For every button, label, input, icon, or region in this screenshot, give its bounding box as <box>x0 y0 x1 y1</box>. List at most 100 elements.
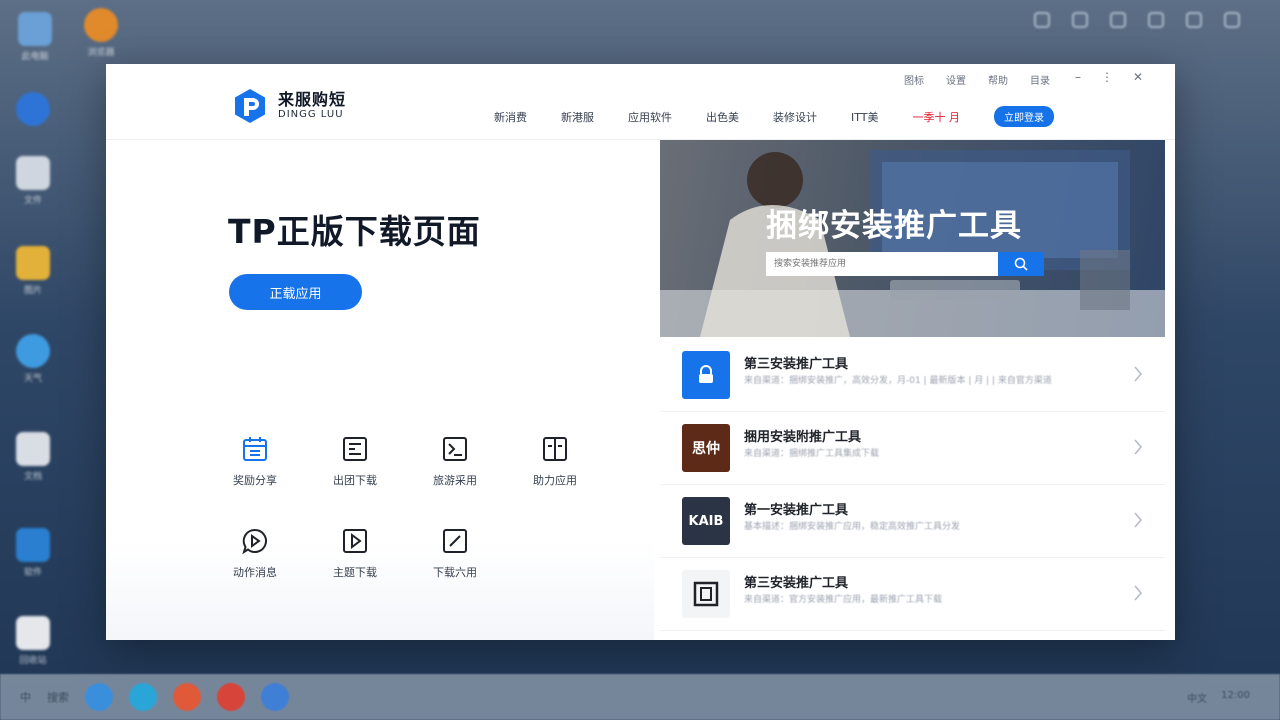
feature-item[interactable]: 动作消息 <box>205 526 305 580</box>
desktop-tray <box>1034 12 1240 28</box>
logo-subtitle: DINGG LUU <box>278 109 344 120</box>
search-input[interactable] <box>766 252 998 276</box>
hero-banner: 捆绑安装推广工具 <box>660 140 1165 337</box>
feature-item[interactable]: 旅游采用 <box>405 434 505 488</box>
nav-item[interactable]: 新港服 <box>561 109 594 125</box>
taskbar-app-icon[interactable] <box>217 683 245 711</box>
desktop-icon[interactable]: 图片 <box>8 246 58 296</box>
login-button[interactable]: 立即登录 <box>994 106 1054 127</box>
list-item[interactable]: 思仲 捆用安装附推广工具 来自渠道：捆绑推广工具集成下载 <box>660 412 1165 485</box>
nav-item[interactable]: 新消费 <box>494 109 527 125</box>
more-icon[interactable]: ⋮ <box>1101 70 1113 84</box>
nav-item[interactable]: 应用软件 <box>628 109 672 125</box>
feature-label: 助力应用 <box>533 474 577 487</box>
main-nav: 新消费 新港服 应用软件 出色美 装修设计 ITT美 一季十 月 立即登录 <box>494 106 1054 127</box>
desktop-icon[interactable]: 文件 <box>8 156 58 206</box>
book-icon <box>543 437 567 461</box>
list-doc-icon <box>343 437 367 461</box>
taskbar-search[interactable]: 搜索 <box>47 689 69 705</box>
toolbar-item[interactable]: 帮助 <box>988 72 1008 87</box>
lock-icon <box>699 365 713 383</box>
feature-item[interactable]: 助力应用 <box>505 434 605 488</box>
tray-icon[interactable] <box>1224 12 1240 28</box>
play-icon <box>343 529 367 553</box>
app-list: 第三安装推广工具 来自渠道：捆绑安装推广，高效分发，月-01 | 最新版本 | … <box>660 339 1165 631</box>
nav-item[interactable]: 装修设计 <box>773 109 817 125</box>
app-logo <box>682 351 730 399</box>
tray-icon[interactable] <box>1186 12 1202 28</box>
toolbar-item[interactable]: 目录 <box>1030 72 1050 87</box>
feature-label: 主题下载 <box>333 566 377 579</box>
taskbar-app-icon[interactable] <box>173 683 201 711</box>
tray-clock[interactable]: 12:00 <box>1221 690 1250 705</box>
app-title: 第三安装推广工具 <box>744 576 849 591</box>
tray-language[interactable]: 中文 <box>1187 690 1207 705</box>
window-toolbar: 图标 设置 帮助 目录 <box>904 72 1050 87</box>
calendar-icon <box>243 437 267 461</box>
left-panel: TP正版下载页面 正载应用 奖励分享 出团下载 旅游采用 助力应用 动作消息 主… <box>106 141 654 640</box>
nav-item[interactable]: 出色美 <box>706 109 739 125</box>
app-description: 来自渠道：捆绑安装推广，高效分发，月-01 | 最新版本 | 月 | | 来自官… <box>744 376 1052 386</box>
download-button[interactable]: 正载应用 <box>229 274 362 310</box>
window-buttons: – ⋮ ✕ <box>1075 70 1143 84</box>
chevron-right-icon <box>1134 366 1143 382</box>
chevron-right-icon <box>1134 512 1143 528</box>
nav-item-promo[interactable]: 一季十 月 <box>913 109 961 125</box>
desktop-icon[interactable]: 浏览器 <box>76 8 126 58</box>
tray-icon[interactable] <box>1072 12 1088 28</box>
logo-hexagon-icon <box>235 89 265 123</box>
tray-icon[interactable] <box>1034 12 1050 28</box>
taskbar-tray: 中文 12:00 <box>1187 690 1250 705</box>
desktop-icon[interactable]: 天气 <box>8 334 58 384</box>
desktop-icon[interactable] <box>8 92 58 126</box>
app-title: 捆用安装附推广工具 <box>744 430 862 445</box>
desktop-icon[interactable]: 文档 <box>8 432 58 482</box>
app-title: 第三安装推广工具 <box>744 357 849 372</box>
app-window: 来服购短 DINGG LUU 图标 设置 帮助 目录 – ⋮ ✕ 新消费 新港服… <box>106 64 1175 640</box>
close-icon[interactable]: ✕ <box>1133 70 1143 84</box>
list-item[interactable]: 第三安装推广工具 来自渠道：官方安装推广应用，最新推广工具下载 <box>660 558 1165 631</box>
feature-label: 旅游采用 <box>433 474 477 487</box>
tray-icon[interactable] <box>1110 12 1126 28</box>
taskbar-app-icon[interactable] <box>129 683 157 711</box>
start-button[interactable]: 中 <box>20 689 31 705</box>
search-icon <box>1014 257 1028 271</box>
banner-search <box>766 252 1044 276</box>
app-logo <box>682 570 730 618</box>
app-logo: 思仲 <box>682 424 730 472</box>
chevron-right-icon <box>1134 439 1143 455</box>
chart-icon <box>443 437 467 461</box>
slash-icon <box>443 529 467 553</box>
search-button[interactable] <box>998 252 1044 276</box>
desktop-icon[interactable]: 回收站 <box>8 616 58 666</box>
chat-play-icon <box>242 528 267 555</box>
page-title: TP正版下载页面 <box>228 212 481 251</box>
toolbar-item[interactable]: 设置 <box>946 72 966 87</box>
taskbar: 中 搜索 中文 12:00 <box>0 674 1280 720</box>
feature-item[interactable]: 下载六用 <box>405 526 505 580</box>
feature-label: 出团下载 <box>333 474 377 487</box>
app-description: 基本描述：捆绑安装推广应用，稳定高效推广工具分发 <box>744 522 961 532</box>
app-logo: KAIB <box>682 497 730 545</box>
taskbar-app-icon[interactable] <box>261 683 289 711</box>
desktop-icon[interactable]: 此电脑 <box>10 12 60 62</box>
taskbar-app-icon[interactable] <box>85 683 113 711</box>
feature-item[interactable]: 出团下载 <box>305 434 405 488</box>
desktop-icon[interactable]: 软件 <box>8 528 58 578</box>
feature-item[interactable]: 主题下载 <box>305 526 405 580</box>
chevron-right-icon <box>1134 585 1143 601</box>
banner-title: 捆绑安装推广工具 <box>766 208 1022 244</box>
list-item[interactable]: 第三安装推广工具 来自渠道：捆绑安装推广，高效分发，月-01 | 最新版本 | … <box>660 339 1165 412</box>
tray-icon[interactable] <box>1148 12 1164 28</box>
feature-label: 动作消息 <box>233 566 277 579</box>
frame-icon <box>693 581 719 607</box>
minimize-icon[interactable]: – <box>1075 70 1081 84</box>
app-description: 来自渠道：捆绑推广工具集成下载 <box>744 449 880 459</box>
feature-item[interactable]: 奖励分享 <box>205 434 305 488</box>
feature-label: 下载六用 <box>433 566 477 579</box>
toolbar-item[interactable]: 图标 <box>904 72 924 87</box>
list-item[interactable]: KAIB 第一安装推广工具 基本描述：捆绑安装推广应用，稳定高效推广工具分发 <box>660 485 1165 558</box>
brand-logo[interactable]: 来服购短 DINGG LUU <box>232 88 346 124</box>
logo-title: 来服购短 <box>278 90 347 109</box>
nav-item[interactable]: ITT美 <box>851 109 879 125</box>
